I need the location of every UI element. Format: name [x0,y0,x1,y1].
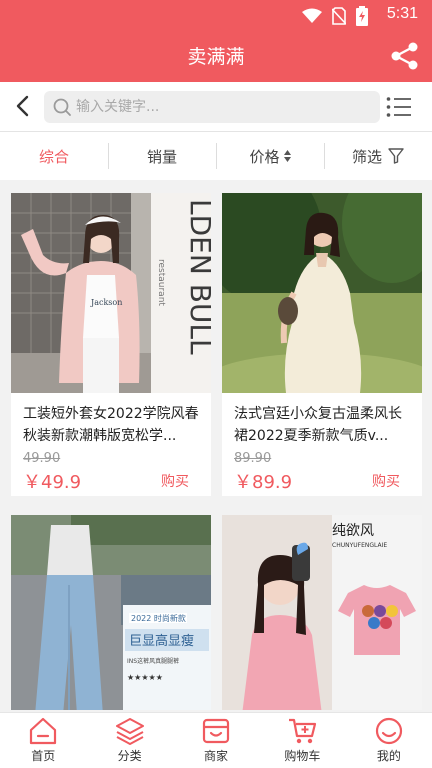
no-sim-icon [332,7,346,25]
tab-label: 分类 [117,749,142,763]
buy-button[interactable]: 购买 [161,471,189,491]
bottom-tab-bar: 首页 分类 商家 购物车 我的 [0,712,432,768]
store-icon [202,718,230,744]
tab-label: 购物车 [284,749,321,763]
cart-icon [289,718,317,744]
product-image: 2022 时尚新款 巨显高显瘦 INS这裤风真腿腿裤 ★★★★★ [11,515,211,710]
product-grid: LDEN BULL restaurant Jackson 工装短外套女2022学… [0,180,432,710]
sort-tab-comprehensive[interactable]: 综合 [0,132,108,180]
jeans-badge: 2022 时尚新款 [131,613,186,623]
tab-cart[interactable]: 购物车 [259,713,345,768]
svg-text:Jackson: Jackson [90,298,122,307]
sort-arrows-icon [283,150,291,162]
product-card[interactable]: 2022 时尚新款 巨显高显瘦 INS这裤风真腿腿裤 ★★★★★ [11,515,211,710]
search-input[interactable] [76,95,366,119]
back-icon[interactable] [12,94,34,118]
share-icon[interactable] [390,41,420,71]
product-card[interactable]: 法式宫廷小众复古温柔风长裙2022夏季新款气质v... 89.90 ￥89.9 … [222,193,422,496]
product-image: LDEN BULL restaurant Jackson [11,193,211,393]
tab-store[interactable]: 商家 [173,713,259,768]
buy-button[interactable]: 购买 [372,471,400,491]
original-price: 49.90 [23,451,61,466]
tab-category[interactable]: 分类 [86,713,172,768]
sort-tab-label: 销量 [146,147,177,166]
user-icon [375,717,402,745]
product-price: ￥89.9 [234,472,293,493]
restaurant-sub: restaurant [156,259,166,306]
restaurant-sign: LDEN BULL [184,199,211,355]
search-icon [53,98,71,116]
status-time: 5:31 [386,5,418,22]
search-bar [0,82,432,132]
app-header: 卖满满 [0,30,432,82]
filter-icon [388,148,404,164]
list-view-icon[interactable] [386,96,412,118]
tab-label: 我的 [376,749,401,763]
tab-label: 首页 [31,749,56,763]
sort-tab-label: 价格 [249,147,280,166]
product-image [222,193,422,393]
original-price: 89.90 [234,451,272,466]
sort-tab-sales[interactable]: 销量 [108,132,216,180]
tab-label: 商家 [204,749,229,763]
sort-bar: 综合 销量 价格 筛选 [0,132,432,180]
status-bar: 5:31 [0,0,432,30]
sort-tab-filter[interactable]: 筛选 [324,132,432,180]
tab-mine[interactable]: 我的 [346,713,432,768]
jeans-title: 巨显高显瘦 [129,633,194,649]
layers-icon [115,718,144,745]
svg-text:★★★★★: ★★★★★ [127,673,163,682]
product-card[interactable]: 纯欲风 CHUNYUFENGLAIE [222,515,422,710]
product-image: 纯欲风 CHUNYUFENGLAIE [222,515,422,710]
product-card[interactable]: LDEN BULL restaurant Jackson 工装短外套女2022学… [11,193,211,496]
page-title: 卖满满 [187,46,245,68]
product-price: ￥49.9 [23,472,82,493]
tab-home[interactable]: 首页 [0,713,86,768]
product-name: 工装短外套女2022学院风春秋装新款潮韩版宽松学... [23,406,199,444]
jeans-sub: INS这裤风真腿腿裤 [127,657,179,665]
search-field[interactable] [44,91,380,123]
tee-brand-sub: CHUNYUFENGLAIE [332,542,387,549]
sort-tab-label: 筛选 [351,147,382,166]
home-icon [30,717,57,745]
sort-tab-price[interactable]: 价格 [216,132,324,180]
wifi-icon [302,8,322,23]
status-icons [302,6,368,26]
sort-tab-label: 综合 [38,147,69,166]
product-name: 法式宫廷小众复古温柔风长裙2022夏季新款气质v... [234,406,402,444]
tee-brand: 纯欲风 [332,523,374,539]
battery-icon [356,6,368,26]
